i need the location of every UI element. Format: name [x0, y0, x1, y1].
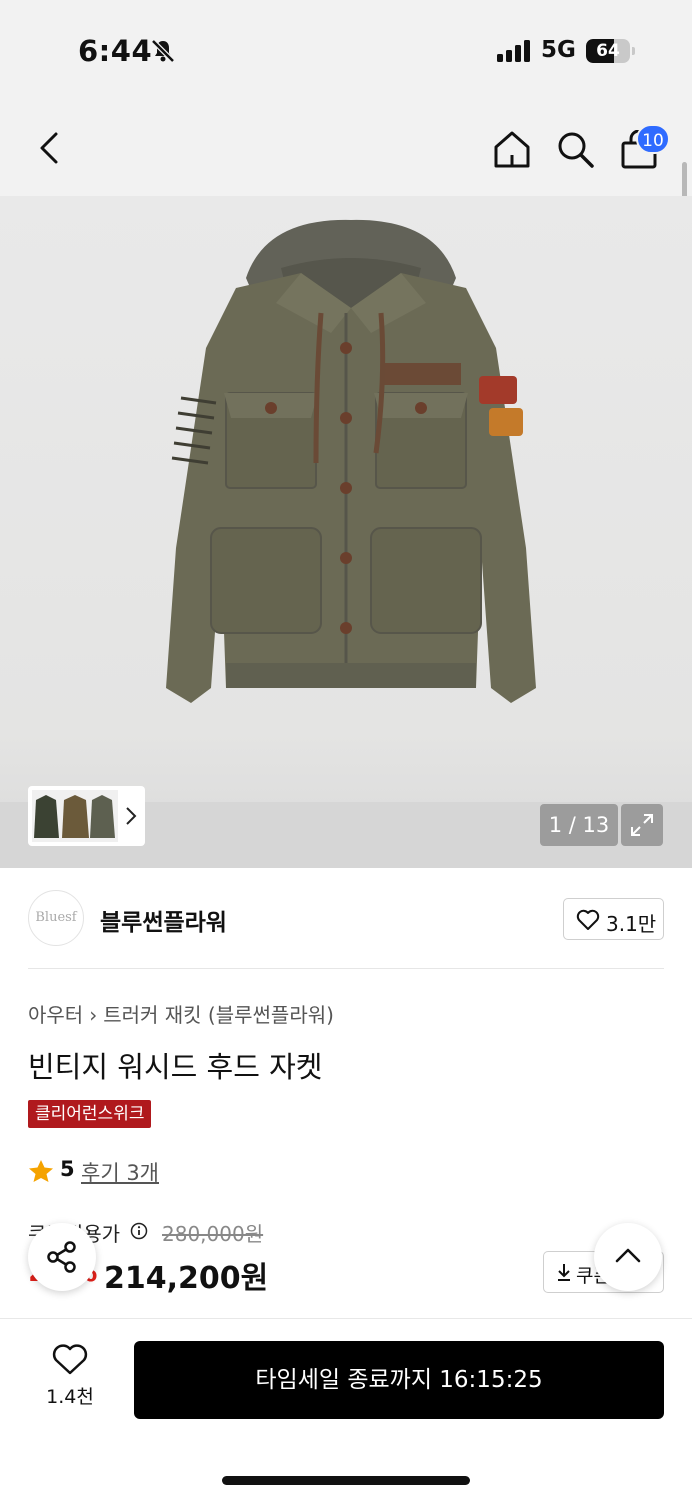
- thumbnail-strip-button[interactable]: [28, 786, 145, 846]
- signal-icon: [497, 40, 531, 66]
- status-bar: 6:44 5G 64: [0, 0, 692, 100]
- thumbnail-image: [32, 790, 118, 842]
- image-counter: 1 / 13: [540, 804, 618, 846]
- chevron-up-icon: [615, 1248, 641, 1263]
- home-icon[interactable]: [492, 129, 532, 173]
- info-icon[interactable]: [130, 1222, 148, 1244]
- product-image[interactable]: [0, 196, 692, 868]
- search-icon[interactable]: [556, 130, 596, 174]
- wishlist-count: 1.4천: [46, 1386, 94, 1408]
- home-indicator: [222, 1476, 470, 1485]
- network-label: 5G: [541, 37, 576, 63]
- breadcrumb-category[interactable]: 아우터: [28, 1003, 83, 1027]
- chevron-right-icon: [125, 806, 137, 830]
- rating-score: 5: [60, 1157, 75, 1181]
- back-arrow-icon[interactable]: [34, 130, 64, 170]
- buy-button[interactable]: 타임세일 종료까지 16:15:25: [134, 1341, 664, 1419]
- brand-logo[interactable]: Bluesf: [28, 890, 84, 946]
- silent-bell-icon: [150, 38, 176, 68]
- breadcrumb-subcategory[interactable]: 트러커 재킷 (블루썬플라워): [103, 1003, 334, 1027]
- share-button[interactable]: [28, 1223, 96, 1291]
- cart-count-badge: 10: [636, 124, 670, 154]
- original-price: 280,000원: [162, 1222, 264, 1246]
- product-title: 빈티지 워시드 후드 자켓: [28, 1050, 323, 1084]
- promo-tag: 클리어런스위크: [28, 1100, 152, 1128]
- battery-level: 64: [596, 41, 620, 61]
- scroll-top-button[interactable]: [594, 1223, 662, 1291]
- sale-price: 214,200원: [104, 1261, 269, 1296]
- expand-icon[interactable]: [621, 804, 663, 846]
- heart-icon: [52, 1344, 88, 1375]
- battery-icon: 64: [586, 39, 630, 63]
- review-link[interactable]: 후기 3개: [81, 1157, 159, 1187]
- top-nav: [0, 100, 692, 196]
- star-icon: [28, 1159, 54, 1188]
- wishlist-button[interactable]: 1.4천: [30, 1344, 110, 1409]
- brand-like-count: 3.1만: [606, 912, 657, 936]
- heart-icon: [576, 909, 600, 930]
- breadcrumb: 아우터 › 트러커 재킷 (블루썬플라워): [28, 999, 334, 1028]
- brand-name[interactable]: 블루썬플라워: [100, 903, 227, 937]
- breadcrumb-chevron-icon: ›: [89, 1003, 98, 1027]
- battery-tip: [632, 47, 635, 55]
- share-icon: [47, 1241, 76, 1273]
- brand-like-button[interactable]: 3.1만: [563, 898, 664, 940]
- download-icon: [558, 1264, 570, 1281]
- divider: [28, 968, 664, 969]
- jacket-illustration: [166, 219, 536, 703]
- status-time: 6:44: [78, 34, 153, 68]
